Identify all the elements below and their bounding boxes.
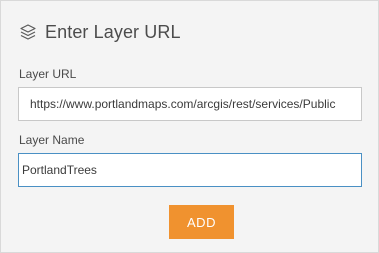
add-button[interactable]: ADD [169,205,234,239]
layer-url-label: Layer URL [19,67,77,81]
layer-name-label: Layer Name [19,133,85,147]
panel-header: Enter Layer URL [19,19,181,45]
panel-title: Enter Layer URL [45,21,181,42]
enter-layer-url-panel: Enter Layer URL Layer URL Layer Name ADD [0,0,379,253]
layers-icon [19,23,37,41]
layer-name-input[interactable] [18,153,362,187]
layer-url-input[interactable] [18,87,362,121]
